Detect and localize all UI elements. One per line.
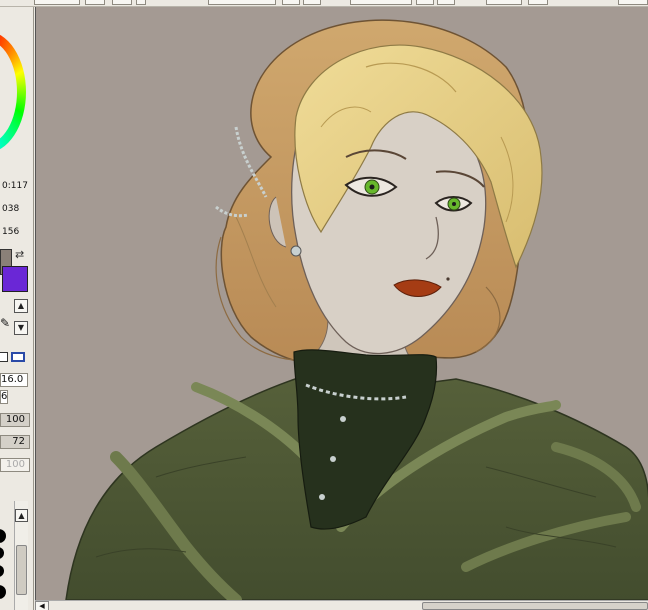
brush-shape-icon[interactable] [11,352,25,362]
portrait-artwork [36,7,648,600]
toolbar-button[interactable] [437,0,455,5]
color-readout: 0:117 [2,181,28,191]
toolbar-dropdown[interactable] [350,0,412,5]
color-readout: 038 [2,204,20,214]
top-toolbar [0,0,648,7]
dilution-field[interactable]: 100 [0,458,30,472]
color-wheel[interactable] [0,31,26,153]
scrollbar-thumb[interactable] [422,602,648,610]
toolbar-button[interactable] [282,0,300,5]
toolbar-button[interactable] [618,0,648,5]
button [330,456,336,462]
brush-size-list[interactable]: ▲ [0,501,33,610]
foreground-color-swatch[interactable] [2,266,28,292]
density-field[interactable]: 100 [0,413,30,427]
scroll-up-icon[interactable]: ▲ [14,299,28,313]
tool-panel: 0:117 038 156 ⇄ ▲ ▼ ✎ 16.0 6 100 72 100 … [0,7,34,610]
swap-colors-icon[interactable]: ⇄ [15,248,24,261]
color-readout: 156 [2,227,20,237]
brush-size-field[interactable]: 16.0 [0,373,28,387]
toolbar-checkbox[interactable] [136,0,146,5]
toolbar-button[interactable] [34,0,80,5]
toolbar-button[interactable] [416,0,434,5]
brush-list-scrollbar[interactable]: ▲ [14,501,28,610]
button [340,416,346,422]
pen-icon[interactable]: ✎ [0,316,10,330]
scroll-up-icon[interactable]: ▲ [15,509,28,522]
toolbar-button[interactable] [303,0,321,5]
scrollbar-thumb[interactable] [16,545,27,595]
toolbar-button[interactable] [528,0,548,5]
brush-size-dot[interactable] [0,585,6,599]
brush-size-dot[interactable] [0,565,4,577]
horizontal-scrollbar[interactable]: ◀ [35,600,648,610]
toolbar-button[interactable] [85,0,105,5]
toolbar-button[interactable] [112,0,132,5]
brush-shape-icon[interactable] [0,352,8,362]
button [319,494,325,500]
toolbar-dropdown[interactable] [486,0,522,5]
toolbar-dropdown[interactable] [208,0,276,5]
earring [290,245,302,257]
scroll-left-icon[interactable]: ◀ [35,601,49,610]
brush-size-dot[interactable] [0,547,4,559]
drawing-canvas[interactable] [35,7,648,600]
blending-field[interactable]: 72 [0,435,30,449]
paint-app-window: 0:117 038 156 ⇄ ▲ ▼ ✎ 16.0 6 100 72 100 … [0,0,648,610]
min-size-field[interactable]: 6 [0,390,8,404]
brush-size-dot[interactable] [0,529,6,543]
scroll-down-icon[interactable]: ▼ [14,321,28,335]
